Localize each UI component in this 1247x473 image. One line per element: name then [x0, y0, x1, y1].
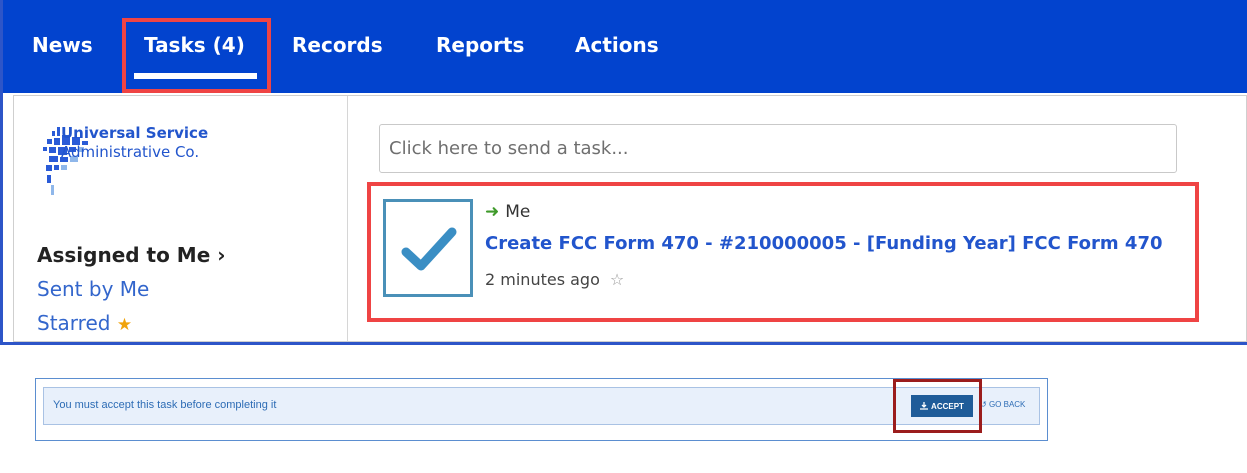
content-area: Universal Service Administrative Co. Ass… [13, 95, 1247, 342]
task-time-label: 2 minutes ago [485, 270, 600, 289]
task-time: 2 minutes ago ☆ [485, 270, 624, 289]
accept-button-highlight [893, 379, 982, 433]
sidebar-item-starred[interactable]: Starred ★ [37, 311, 132, 335]
nav-records[interactable]: Records [292, 33, 383, 57]
nav-actions[interactable]: Actions [575, 33, 659, 57]
send-task-input[interactable] [379, 124, 1177, 173]
go-back-link[interactable]: ↺ GO BACK [980, 400, 1025, 409]
logo-line-1: Universal Service [61, 124, 209, 142]
top-navbar: News Tasks (4) Records Reports Actions [3, 0, 1247, 93]
task-title-link[interactable]: Create FCC Form 470 - #210000005 - [Fund… [485, 233, 1163, 254]
accept-notice-panel: You must accept this task before complet… [35, 378, 1048, 441]
accept-notice: You must accept this task before complet… [43, 387, 1040, 425]
checkmark-icon [401, 227, 457, 271]
logo-line-2: Administrative Co. [61, 143, 200, 161]
tasks-panel: News Tasks (4) Records Reports Actions U… [0, 0, 1247, 345]
nav-reports[interactable]: Reports [436, 33, 524, 57]
task-from: ➜ Me [485, 202, 530, 222]
go-back-label: GO BACK [988, 400, 1026, 409]
task-card[interactable]: ➜ Me Create FCC Form 470 - #210000005 - [… [367, 182, 1199, 322]
logo-wordmark: Universal Service Administrative Co. [61, 124, 208, 162]
task-from-label: Me [505, 202, 531, 222]
sidebar-item-sent-by-me[interactable]: Sent by Me [37, 277, 149, 301]
task-checkbox[interactable] [383, 199, 473, 297]
star-icon: ★ [116, 315, 133, 335]
arrow-right-icon: ➜ [485, 202, 500, 222]
sidebar: Universal Service Administrative Co. Ass… [14, 96, 348, 341]
star-outline-icon[interactable]: ☆ [610, 270, 624, 289]
notice-text: You must accept this task before complet… [53, 399, 277, 411]
sidebar-item-assigned-to-me[interactable]: Assigned to Me › [37, 243, 225, 267]
sidebar-item-starred-label: Starred [37, 311, 111, 335]
nav-news[interactable]: News [32, 33, 93, 57]
tasks-tab-highlight [122, 18, 271, 93]
